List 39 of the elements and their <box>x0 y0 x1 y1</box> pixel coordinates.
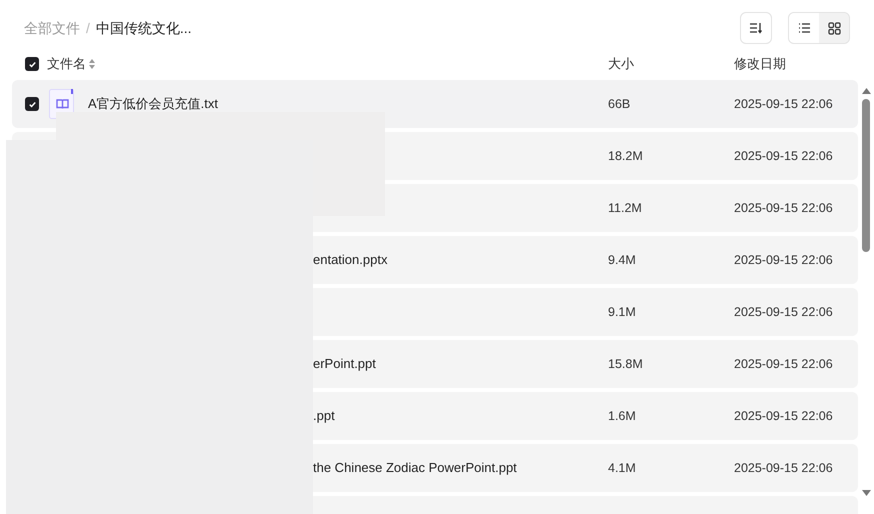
checkmark-icon <box>28 100 36 108</box>
checkbox[interactable] <box>25 57 39 71</box>
modified-date: 2025-09-15 22:06 <box>734 356 833 373</box>
checkbox[interactable] <box>25 97 39 111</box>
file-name: A官方低价会员充值.txt <box>88 95 218 114</box>
column-header: 大小 <box>608 55 635 74</box>
modified-date: 2025-09-15 22:06 <box>734 304 833 321</box>
file-size: 11.2M <box>608 200 643 217</box>
file-size: 9.1M <box>608 304 637 321</box>
list-icon <box>798 23 810 33</box>
file-name: entation.pptx <box>313 251 388 270</box>
column-header: 修改日期 <box>734 55 786 74</box>
breadcrumb-item: 中国传统文化... <box>96 18 192 38</box>
grid-icon <box>828 22 840 34</box>
file-size: 15.8M <box>608 356 644 373</box>
modified-date: 2025-09-15 22:06 <box>734 200 833 217</box>
file-name: .ppt <box>313 407 335 426</box>
file-size: 18.2M <box>608 148 644 165</box>
file-size: 9.4M <box>608 252 637 269</box>
file-size: 66B <box>608 96 632 113</box>
sort-button[interactable] <box>740 12 772 44</box>
modified-date: 2025-09-15 22:06 <box>734 148 833 165</box>
sort-lines-icon <box>749 22 763 34</box>
breadcrumb-separator: / <box>86 18 90 38</box>
scroll-down-icon[interactable] <box>862 490 870 496</box>
sort-icon[interactable] <box>89 59 95 69</box>
modified-date: 2025-09-15 22:06 <box>734 408 833 425</box>
file-size: 1.6M <box>608 408 637 425</box>
column-header[interactable]: 文件名 <box>47 54 86 74</box>
file-name: erPoint.ppt <box>313 355 376 374</box>
scrollbar-thumb[interactable] <box>862 99 870 252</box>
list-view-button[interactable] <box>789 13 819 43</box>
modified-date: 2025-09-15 22:06 <box>734 96 833 113</box>
modified-date: 2025-09-15 22:06 <box>734 460 833 477</box>
scroll-up-icon[interactable] <box>862 88 870 94</box>
file-name: the Chinese Zodiac PowerPoint.ppt <box>313 459 517 478</box>
checkmark-icon <box>28 60 36 68</box>
file-size: 4.1M <box>608 460 637 477</box>
modified-date: 2025-09-15 22:06 <box>734 252 833 269</box>
